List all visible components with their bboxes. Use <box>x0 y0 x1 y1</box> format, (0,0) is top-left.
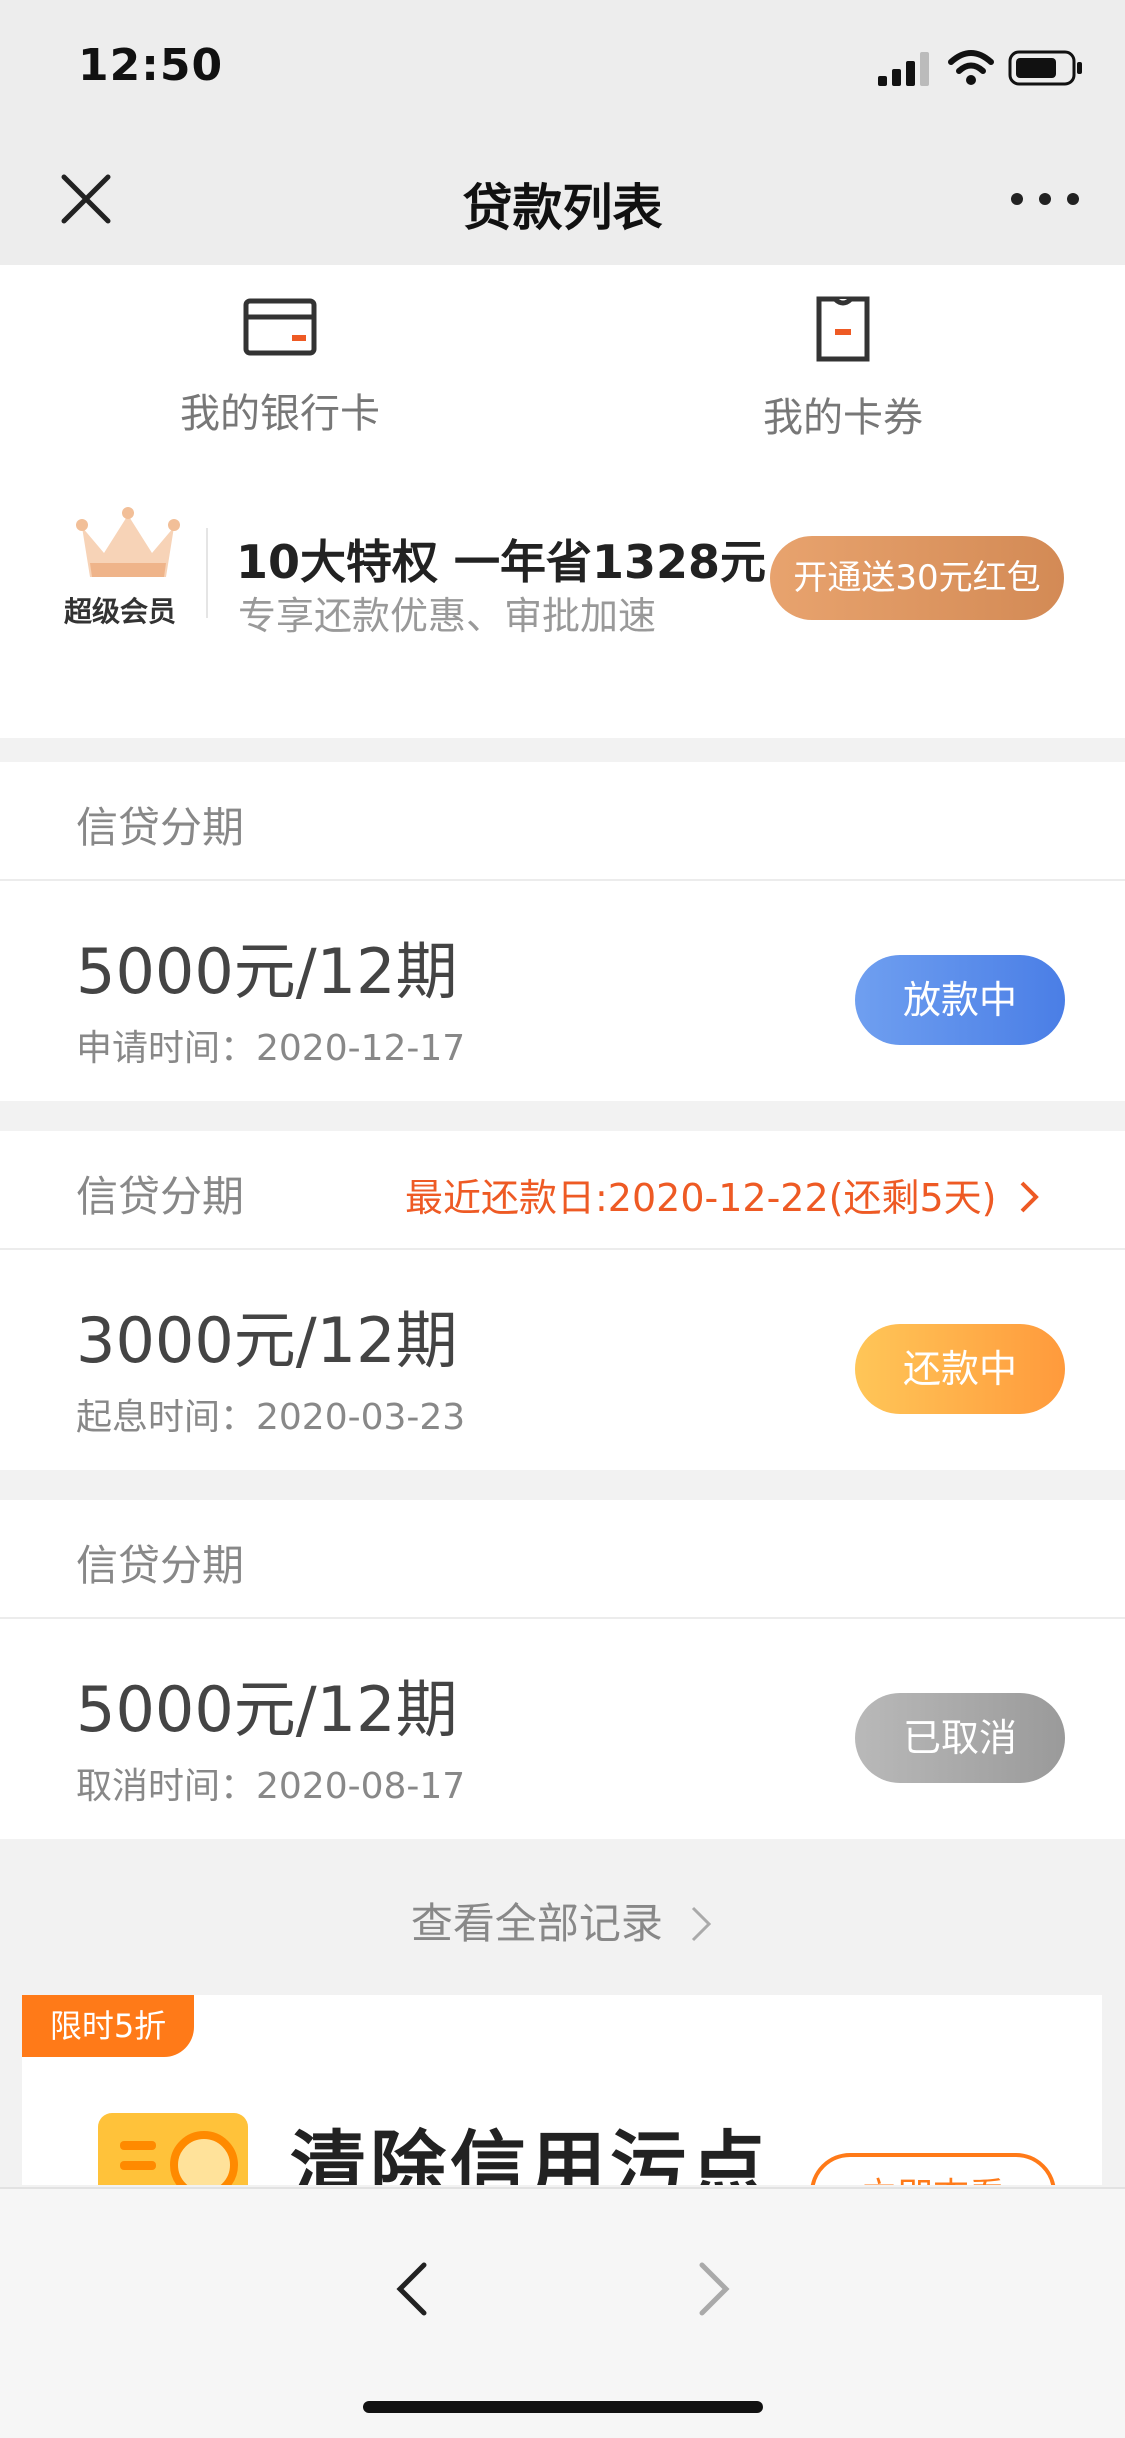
loan-amount: 5000元/12期 <box>76 1673 458 1746</box>
chevron-right-icon <box>699 2262 730 2316</box>
wifi-icon <box>948 50 994 85</box>
forward-button[interactable] <box>694 2259 734 2319</box>
promo-title: 清除信用污点 <box>290 2122 770 2185</box>
loan-card-header: 信贷分期 最近还款日:2020-12-22(还剩5天) <box>0 1131 1125 1248</box>
cellular-signal-icon <box>878 52 929 86</box>
due-date-link[interactable]: 最近还款日:2020-12-22(还剩5天) <box>405 1167 1041 1222</box>
credit-repair-icon <box>98 2113 248 2185</box>
vip-title: 10大特权 一年省1328元 <box>236 535 767 589</box>
promo-badge: 限时5折 <box>22 1995 194 2057</box>
loan-card-body[interactable]: 5000元/12期 取消时间：2020-08-17 已取消 <box>0 1619 1125 1839</box>
home-indicator[interactable] <box>363 2401 763 2413</box>
battery-icon <box>1008 50 1082 86</box>
divider <box>206 528 208 618</box>
vip-open-button[interactable]: 开通送30元红包 <box>770 536 1064 620</box>
status-badge[interactable]: 还款中 <box>855 1324 1065 1414</box>
chevron-left-icon <box>396 2262 427 2316</box>
shortcut-label: 我的银行卡 <box>180 391 380 437</box>
loan-category: 信贷分期 <box>76 803 245 852</box>
status-badge[interactable]: 放款中 <box>855 955 1065 1045</box>
bank-card-icon <box>243 298 317 356</box>
status-badge[interactable]: 已取消 <box>855 1693 1065 1783</box>
status-bar: 12:50 <box>0 0 1125 135</box>
loan-date: 起息时间：2020-03-23 <box>76 1397 466 1438</box>
loan-category: 信贷分期 <box>76 1541 245 1590</box>
more-button[interactable] <box>1005 163 1085 235</box>
vip-label: 超级会员 <box>64 595 177 628</box>
loan-date: 取消时间：2020-08-17 <box>76 1766 466 1807</box>
loan-card-header: 信贷分期 <box>0 1500 1125 1617</box>
view-all-records-link[interactable]: 查看全部记录 <box>0 1890 1125 1951</box>
promo-banner[interactable]: 限时5折 清除信用污点 立即查看 <box>22 1995 1102 2185</box>
status-time: 12:50 <box>78 40 224 91</box>
page-title: 贷款列表 <box>462 179 663 237</box>
loan-category: 信贷分期 <box>76 1172 245 1221</box>
loan-card-header: 信贷分期 <box>0 762 1125 879</box>
loan-date: 申请时间：2020-12-17 <box>76 1028 466 1069</box>
chevron-right-icon <box>692 1906 712 1942</box>
view-all-label: 查看全部记录 <box>410 1899 663 1948</box>
crown-icon <box>76 507 180 577</box>
loan-amount: 3000元/12期 <box>76 1304 458 1377</box>
coupon-icon <box>816 296 870 362</box>
more-dots-icon <box>1011 193 1079 205</box>
chevron-right-icon <box>1020 1181 1039 1213</box>
shortcut-coupon[interactable]: 我的卡券 <box>693 295 993 455</box>
vip-subtitle: 专享还款优惠、审批加速 <box>238 594 657 638</box>
shortcut-label: 我的卡券 <box>763 395 923 441</box>
loan-card-body[interactable]: 5000元/12期 申请时间：2020-12-17 放款中 <box>0 881 1125 1101</box>
loan-amount: 5000元/12期 <box>76 935 458 1008</box>
due-date-text: 最近还款日:2020-12-22(还剩5天) <box>405 1176 997 1220</box>
loan-card-body[interactable]: 3000元/12期 起息时间：2020-03-23 还款中 <box>0 1250 1125 1470</box>
promo-view-button[interactable]: 立即查看 <box>810 2153 1056 2185</box>
shortcut-bank-card[interactable]: 我的银行卡 <box>130 295 430 455</box>
nav-bar: 贷款列表 <box>0 135 1125 265</box>
back-button[interactable] <box>392 2259 432 2319</box>
